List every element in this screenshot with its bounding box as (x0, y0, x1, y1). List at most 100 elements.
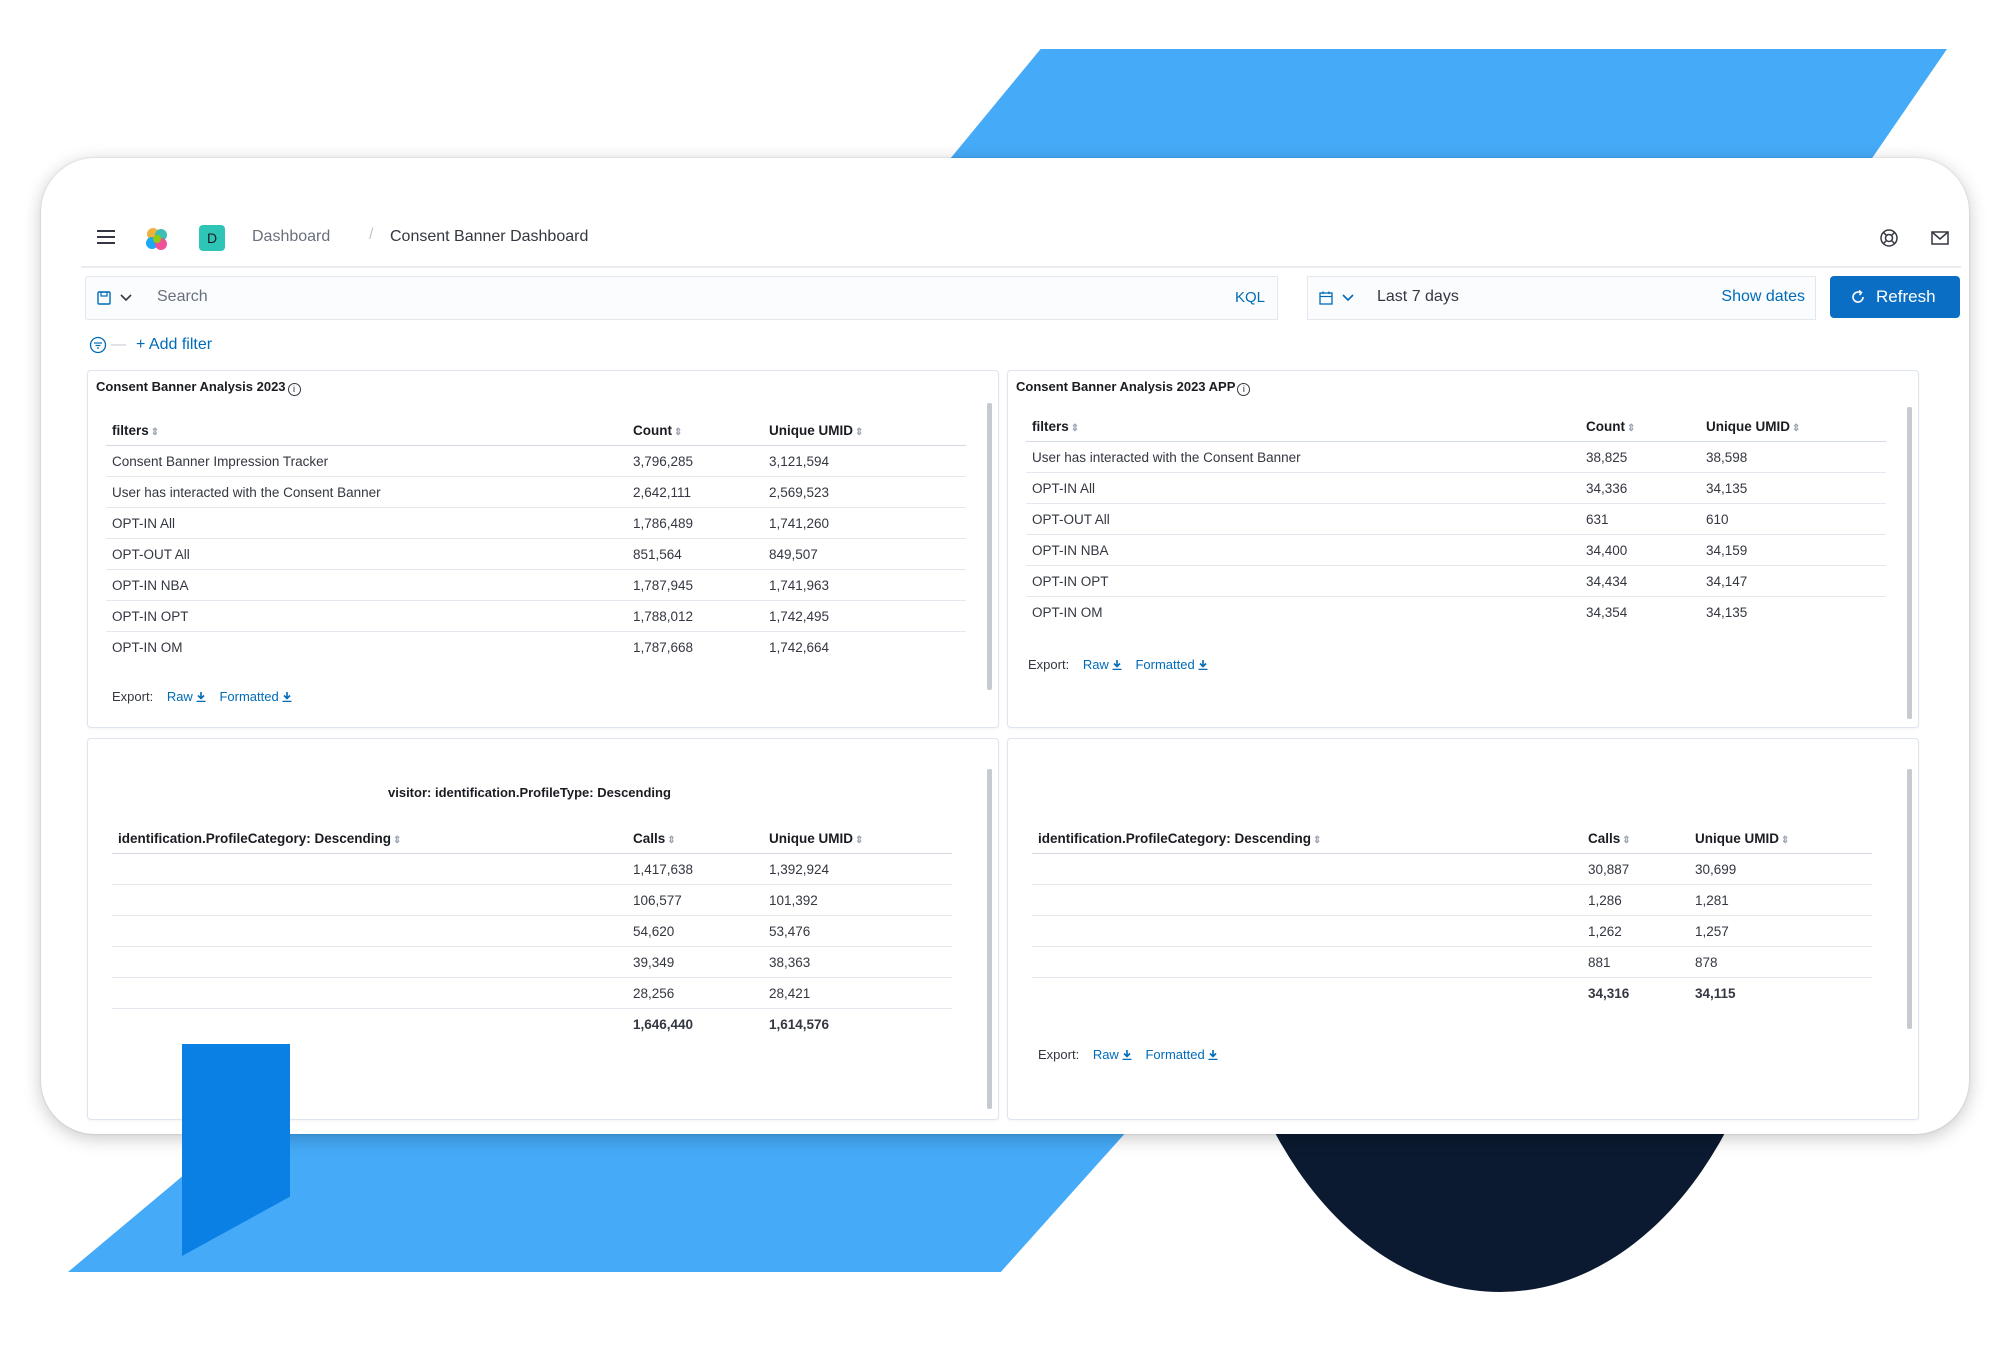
quick-date-menu[interactable] (1307, 276, 1367, 320)
column-header[interactable]: Unique UMID ⇕ (1700, 411, 1886, 442)
table-cell: 1,281 (1689, 884, 1872, 916)
scrollbar[interactable] (1907, 769, 1912, 1029)
column-header[interactable]: Unique UMID ⇕ (763, 823, 952, 854)
column-header[interactable]: identification.ProfileCategory: Descendi… (1032, 823, 1582, 854)
download-icon (196, 692, 206, 702)
table-total-row: 1,646,440 1,614,576 (112, 1009, 952, 1040)
search-bar: KQL (143, 276, 1278, 320)
table-cell: 38,825 (1580, 441, 1700, 473)
show-dates-link[interactable]: Show dates (1721, 288, 1805, 306)
data-table: identification.ProfileCategory: Descendi… (112, 823, 952, 1039)
table-cell: 34,400 (1580, 534, 1700, 566)
table-cell (1032, 884, 1582, 916)
table-cell (1032, 915, 1582, 947)
info-icon[interactable]: i (1237, 383, 1251, 396)
table-cell: 1,742,495 (763, 600, 966, 632)
export-raw-link[interactable]: Raw (1083, 657, 1122, 672)
table-row: 30,887 30,699 (1032, 853, 1872, 885)
table-cell: 1,787,945 (627, 569, 763, 601)
column-header[interactable]: Unique UMID ⇕ (1689, 823, 1872, 854)
column-header[interactable]: Calls ⇕ (627, 823, 763, 854)
info-icon[interactable]: i (287, 383, 301, 396)
export-formatted-link[interactable]: Formatted (219, 689, 292, 704)
table-cell: OPT-IN NBA (106, 569, 627, 601)
table-subtitle: visitor: identification.ProfileType: Des… (388, 785, 671, 800)
table-row: OPT-OUT All 631 610 (1026, 503, 1886, 535)
breadcrumb-current: Consent Banner Dashboard (390, 228, 589, 245)
panel-profile-type-app: identification.ProfileCategory: Descendi… (1007, 738, 1919, 1120)
date-picker[interactable]: Last 7 days Show dates (1365, 276, 1816, 320)
table-row: Consent Banner Impression Tracker 3,796,2… (106, 445, 966, 477)
top-header: D Dashboard / Consent Banner Dashboard (81, 208, 1961, 268)
calendar-icon (1319, 291, 1333, 305)
download-icon (1112, 660, 1122, 670)
data-table: identification.ProfileCategory: Descendi… (1032, 823, 1872, 1008)
export-formatted-link[interactable]: Formatted (1145, 1047, 1218, 1062)
column-header[interactable]: filters ⇕ (106, 415, 627, 446)
download-icon (1122, 1050, 1132, 1060)
scrollbar[interactable] (987, 403, 992, 690)
table-row: OPT-IN OM 1,787,668 1,742,664 (106, 632, 966, 663)
table-cell (112, 853, 627, 885)
table-cell: 34,135 (1706, 604, 1748, 620)
export-raw-link[interactable]: Raw (1093, 1047, 1132, 1062)
export-formatted-link[interactable]: Formatted (1135, 657, 1208, 672)
panel-consent-banner-2023: Consent Banner Analysis 2023 i filters ⇕ C… (87, 370, 999, 728)
scrollbar[interactable] (987, 769, 992, 1109)
table-cell: 1,741,963 (763, 569, 966, 601)
space-avatar[interactable]: D (199, 225, 225, 251)
chevron-down-icon (1342, 294, 1354, 302)
column-header[interactable]: Count ⇕ (1580, 411, 1700, 442)
table-header-row: identification.ProfileCategory: Descendi… (1032, 823, 1872, 854)
table-row: OPT-IN All 1,786,489 1,741,260 (106, 507, 966, 539)
refresh-button[interactable]: Refresh (1830, 276, 1960, 318)
table-row: User has interacted with the Consent Ban… (1026, 441, 1886, 473)
filter-menu-icon[interactable] (89, 336, 107, 354)
column-header[interactable]: Calls ⇕ (1582, 823, 1689, 854)
export-raw-link[interactable]: Raw (167, 689, 206, 704)
table-cell (112, 884, 627, 916)
data-table: filters ⇕ Count ⇕ Unique UMID ⇕ Consent Ban… (106, 415, 966, 662)
search-input[interactable] (155, 287, 1059, 307)
help-icon[interactable] (1879, 228, 1899, 248)
export-bar: Export: Raw Formatted (112, 689, 292, 704)
download-icon (1208, 1050, 1218, 1060)
export-label: Export: (112, 689, 154, 704)
column-header[interactable]: Count ⇕ (627, 415, 763, 446)
table-cell: 3,796,285 (627, 445, 763, 477)
table-cell: OPT-OUT All (106, 538, 627, 570)
column-header[interactable]: identification.ProfileCategory: Descendi… (112, 823, 627, 854)
table-cell: 849,507 (763, 538, 966, 570)
saved-query-button[interactable] (85, 276, 145, 320)
table-row: 1,417,638 1,392,924 (112, 853, 952, 885)
hamburger-menu-icon[interactable] (97, 230, 115, 244)
table-cell: 30,699 (1689, 853, 1872, 885)
table-cell: 881 (1582, 946, 1689, 978)
mail-icon[interactable] (1930, 228, 1950, 248)
table-row: OPT-IN OPT 1,788,012 1,742,495 (106, 600, 966, 632)
table-row: OPT-IN All 34,336 34,135 (1026, 472, 1886, 504)
filter-bar: — + Add filter (81, 334, 481, 360)
table-cell: 1,788,012 (627, 600, 763, 632)
table-cell: 34,115 (1695, 985, 1736, 1001)
elastic-logo-icon[interactable] (144, 226, 170, 252)
table-cell: 34,336 (1580, 472, 1700, 504)
breadcrumb-dashboard[interactable]: Dashboard (252, 228, 330, 246)
table-cell: OPT-OUT All (1026, 503, 1580, 535)
table-cell: 54,620 (627, 915, 763, 947)
export-label: Export: (1038, 1047, 1080, 1062)
add-filter-button[interactable]: + Add filter (136, 336, 212, 354)
column-header[interactable]: Unique UMID ⇕ (763, 415, 966, 446)
table-cell: OPT-IN All (1026, 472, 1580, 504)
scrollbar[interactable] (1907, 407, 1912, 719)
table-row: OPT-OUT All 851,564 849,507 (106, 538, 966, 570)
panel-title: Consent Banner Analysis 2023 APP i (1016, 379, 1251, 396)
date-range-label[interactable]: Last 7 days (1377, 288, 1459, 306)
table-cell (112, 977, 627, 1009)
query-language-toggle[interactable]: KQL (1235, 289, 1265, 306)
table-cell: 28,256 (627, 977, 763, 1009)
table-cell: 34,135 (1700, 472, 1886, 504)
column-header[interactable]: filters ⇕ (1026, 411, 1580, 442)
table-cell: 1,286 (1582, 884, 1689, 916)
table-row: User has interacted with the Consent Ban… (106, 476, 966, 508)
